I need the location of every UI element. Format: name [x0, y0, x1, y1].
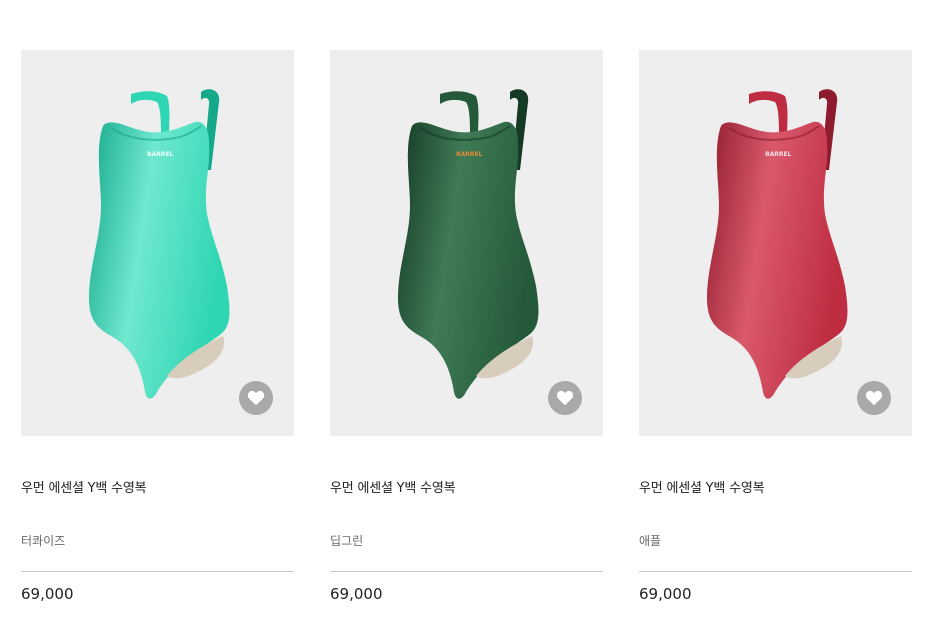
product-color: 애플: [639, 534, 662, 548]
product-grid: BARREL 우먼 에센셜 Y백 수영복 터콰이즈 69,000 BARREL …: [0, 0, 937, 621]
wishlist-button[interactable]: [857, 381, 891, 415]
heart-icon: [556, 390, 574, 406]
svg-text:BARREL: BARREL: [147, 151, 174, 158]
product-thumbnail[interactable]: BARREL: [21, 50, 294, 436]
swimsuit-image: BARREL: [89, 89, 230, 399]
svg-text:BARREL: BARREL: [765, 151, 792, 158]
product-thumbnail[interactable]: BARREL: [330, 50, 603, 436]
product-name[interactable]: 우먼 에센셜 Y백 수영복: [330, 477, 456, 496]
product-thumbnail[interactable]: BARREL: [639, 50, 912, 436]
product-card[interactable]: BARREL 우먼 에센셜 Y백 수영복 애플 69,000: [639, 50, 912, 603]
product-color: 딥그린: [330, 534, 364, 548]
heart-icon: [865, 390, 883, 406]
divider: [21, 571, 294, 572]
product-card[interactable]: BARREL 우먼 에센셜 Y백 수영복 터콰이즈 69,000: [21, 50, 294, 603]
product-card[interactable]: BARREL 우먼 에센셜 Y백 수영복 딥그린 69,000: [330, 50, 603, 603]
divider: [330, 571, 603, 572]
divider: [639, 571, 912, 572]
wishlist-button[interactable]: [548, 381, 582, 415]
product-price: 69,000: [21, 585, 74, 603]
product-price: 69,000: [330, 585, 383, 603]
product-color: 터콰이즈: [21, 534, 66, 548]
product-price: 69,000: [639, 585, 692, 603]
product-name[interactable]: 우먼 에센셜 Y백 수영복: [639, 477, 765, 496]
swimsuit-image: BARREL: [707, 89, 848, 399]
svg-text:BARREL: BARREL: [456, 151, 483, 158]
heart-icon: [247, 390, 265, 406]
wishlist-button[interactable]: [239, 381, 273, 415]
product-name[interactable]: 우먼 에센셜 Y백 수영복: [21, 477, 147, 496]
swimsuit-image: BARREL: [398, 89, 539, 399]
